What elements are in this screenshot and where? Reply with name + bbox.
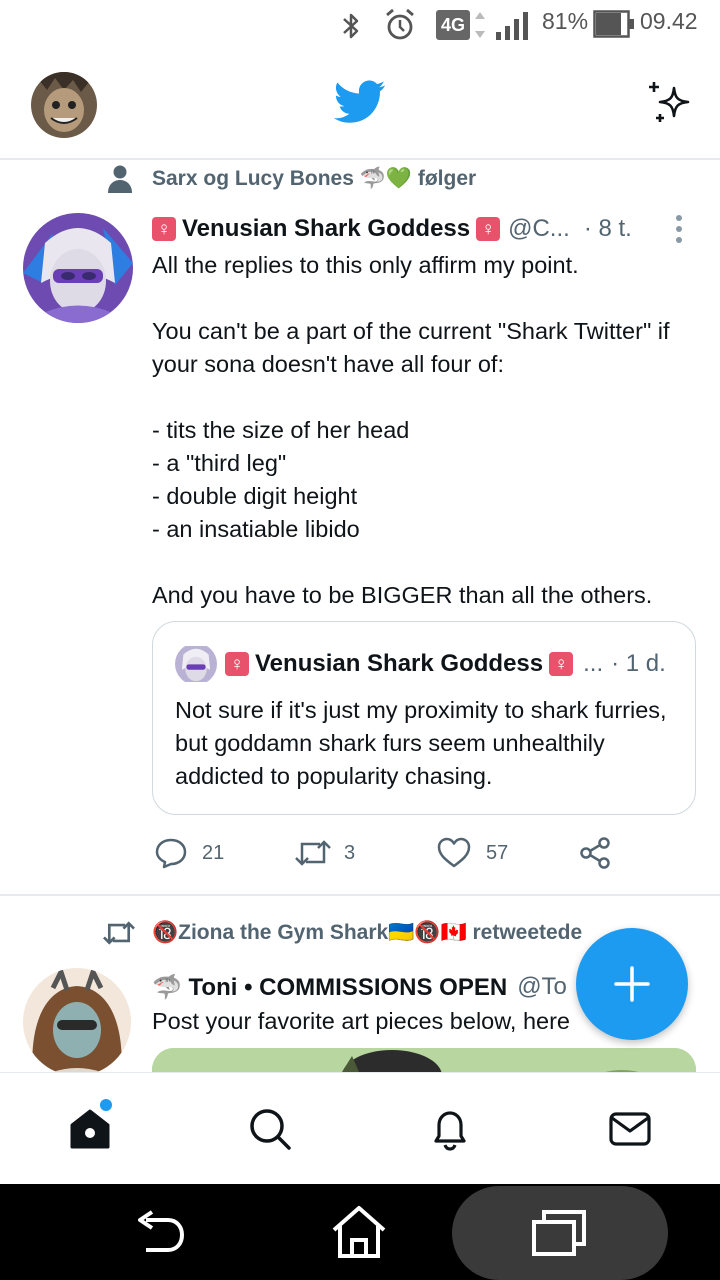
sparkle-icon[interactable] [646, 78, 694, 126]
network-type: 4G [436, 10, 470, 40]
venus-emoji: ♀ [476, 217, 501, 241]
handle[interactable]: @To [517, 973, 567, 1001]
search-icon[interactable] [246, 1105, 294, 1153]
top-app-bar [0, 52, 720, 160]
social-context[interactable]: Sarx og Lucy Bones 🦈💚 følger [100, 162, 476, 196]
recent-apps-icon[interactable] [530, 1208, 588, 1258]
messages-icon[interactable] [606, 1105, 654, 1153]
status-bar: 4G 81% 09.42 [0, 0, 720, 52]
share-button[interactable] [578, 836, 612, 870]
back-icon[interactable] [132, 1210, 188, 1258]
reply-icon [155, 838, 187, 869]
venus-emoji: ♀ [549, 652, 574, 676]
tweet-divider [0, 894, 720, 896]
bottom-navigation [0, 1072, 720, 1184]
avatar[interactable] [23, 213, 133, 323]
quoted-tweet[interactable]: ♀ Venusian Shark Goddess ♀ ... · 1 d. No… [152, 621, 696, 815]
plus-icon [614, 966, 650, 1002]
timestamp[interactable]: · 8 t. [584, 215, 632, 243]
home-icon[interactable] [66, 1105, 114, 1153]
quote-header: ♀ Venusian Shark Goddess ♀ ... · 1 d. [175, 646, 677, 682]
retweet-button[interactable]: 3 [294, 836, 355, 870]
battery-icon [593, 10, 634, 38]
retweet-count: 3 [344, 841, 356, 864]
profile-avatar[interactable] [31, 72, 97, 138]
system-navigation-bar [0, 1184, 720, 1280]
social-context-text: Sarx og Lucy Bones 🦈💚 følger [152, 167, 477, 190]
alarm-icon [386, 8, 414, 40]
quote-text: Not sure if it's just my proximity to sh… [175, 697, 667, 789]
reply-count: 21 [202, 841, 225, 864]
quote-display-name: Venusian Shark Goddess [255, 650, 544, 677]
compose-tweet-button[interactable] [576, 928, 688, 1040]
more-options-icon[interactable] [674, 214, 684, 244]
social-context[interactable]: 🔞Ziona the Gym Shark🇺🇦🔞🇨🇦 retweetede [100, 916, 582, 950]
share-icon [580, 837, 610, 869]
signal-icon [475, 12, 528, 40]
display-name[interactable]: 🦈 Toni • COMMISSIONS OPEN [152, 973, 507, 1002]
bluetooth-icon [343, 13, 359, 39]
person-icon [108, 165, 132, 193]
quote-timestamp: · 1 d. [611, 650, 666, 677]
venus-emoji: ♀ [152, 217, 176, 241]
battery-percent: 81% [542, 8, 589, 34]
like-count: 57 [486, 841, 509, 864]
avatar[interactable] [23, 968, 131, 1072]
retweet-icon [103, 921, 135, 945]
venus-emoji: ♀ [225, 652, 249, 676]
clock: 09.42 [640, 8, 698, 34]
social-context-text: 🔞Ziona the Gym Shark🇺🇦🔞🇨🇦 retweetede [152, 921, 583, 944]
quote-avatar [175, 646, 217, 682]
twitter-bird-icon[interactable] [334, 80, 386, 124]
home-system-icon[interactable] [330, 1204, 388, 1260]
retweet-icon [295, 840, 331, 866]
heart-icon [437, 837, 471, 868]
notifications-icon[interactable] [426, 1105, 474, 1153]
handle[interactable]: @C... [508, 215, 570, 243]
like-button[interactable]: 57 [436, 836, 508, 870]
quote-handle: ... [583, 650, 604, 677]
unread-dot [100, 1099, 112, 1111]
reply-button[interactable]: 21 [154, 836, 224, 870]
tweet-header: ♀ Venusian Shark Goddess ♀ @C... · 8 t. [152, 212, 686, 246]
display-name[interactable]: Venusian Shark Goddess [182, 215, 470, 243]
tweet-text: All the replies to this only affirm my p… [152, 252, 670, 608]
tweet-actions: 21 3 57 [152, 836, 632, 876]
tweet-media[interactable] [152, 1048, 696, 1072]
